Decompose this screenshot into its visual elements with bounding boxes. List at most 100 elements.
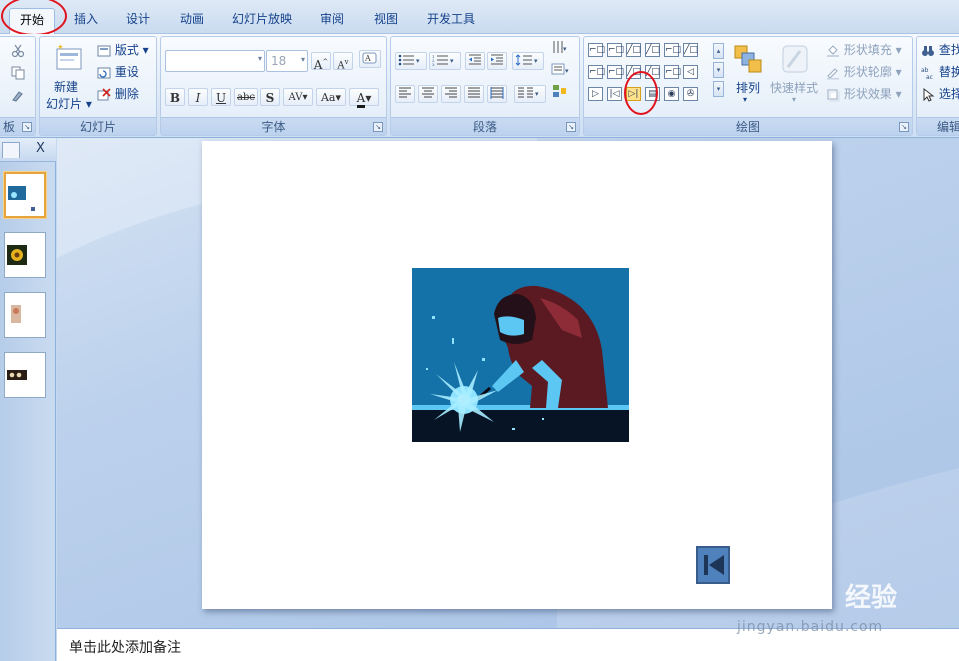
tab-developer[interactable]: 开发工具 [420, 8, 482, 34]
strikethrough-button[interactable]: abc [234, 88, 258, 106]
action-button-movie-icon[interactable]: ✇ [683, 87, 698, 101]
reset-button[interactable]: 重设 [97, 63, 139, 80]
new-slide-button[interactable]: 新建 幻灯片 ▾ [46, 39, 92, 111]
delete-slide-button[interactable]: 删除 [97, 85, 139, 102]
drawing-launcher-icon[interactable]: ↘ [899, 122, 909, 132]
paint-bucket-icon [827, 44, 839, 57]
shrink-font-icon[interactable]: Av [333, 52, 353, 71]
group-paragraph: ▾ 1 2 3 ▾ ▾ ▾ ▾ ▾ 段落 ↘ [390, 36, 580, 136]
clear-formatting-icon[interactable]: A [359, 50, 381, 68]
action-button-end-icon[interactable]: ▷| [626, 87, 641, 101]
notes-pane[interactable]: 单击此处添加备注 [57, 628, 959, 661]
grow-font-icon[interactable]: A^ [311, 52, 331, 72]
shape-outline-button[interactable]: 形状轮廓 ▾ [826, 63, 902, 80]
slide-thumbnail-4[interactable] [4, 352, 46, 398]
action-button-back[interactable] [696, 546, 730, 584]
paragraph-launcher-icon[interactable]: ↘ [566, 122, 576, 132]
action-button-sound-icon[interactable]: ◉ [664, 87, 679, 101]
slide-thumbnail-1[interactable] [4, 172, 46, 218]
tab-design[interactable]: 设计 [118, 8, 158, 34]
shape-elbow-connector-icon[interactable]: ⌐□ [588, 43, 605, 57]
bullets-icon[interactable]: ▾ [395, 52, 427, 70]
slide-canvas[interactable] [202, 141, 832, 609]
clipboard-launcher-icon[interactable]: ↘ [22, 122, 32, 132]
tab-insert[interactable]: 插入 [66, 8, 106, 34]
quick-styles-icon [782, 45, 808, 73]
font-color-button[interactable]: A▾ [349, 88, 379, 108]
align-left-icon[interactable] [395, 85, 415, 103]
shape-callout-d-icon[interactable]: ╱□ [645, 65, 660, 79]
tab-slideshow[interactable]: 幻灯片放映 [225, 8, 299, 34]
bold-button[interactable]: B [165, 88, 185, 106]
justify-icon[interactable] [464, 85, 484, 103]
tab-home[interactable]: 开始 [9, 8, 55, 34]
action-button-beginning-icon[interactable]: |◁ [607, 87, 622, 101]
align-center-icon[interactable] [418, 85, 438, 103]
layout-button[interactable]: 版式 ▾ [97, 41, 149, 58]
action-button-document-icon[interactable]: ▤ [645, 87, 660, 101]
shape-elbow-callout-icon[interactable]: ⌐□ [664, 43, 681, 57]
character-spacing-button[interactable]: AV▾ [283, 88, 313, 106]
arrange-icon [734, 45, 762, 73]
italic-button[interactable]: I [188, 88, 208, 106]
change-case-button[interactable]: Aa▾ [316, 88, 346, 106]
shape-line-callout-2-icon[interactable]: ╱□ [645, 43, 660, 57]
group-editing: 查找 ab ac 替换 选择 编辑 [916, 36, 959, 136]
text-direction-icon[interactable]: ▾ [551, 39, 571, 58]
tab-view[interactable]: 视图 [366, 8, 406, 34]
effects-icon [827, 89, 840, 101]
underline-button[interactable]: U [211, 88, 231, 106]
find-button[interactable]: 查找 [921, 41, 959, 58]
tab-review[interactable]: 审阅 [312, 8, 352, 34]
shape-fill-button[interactable]: 形状填充 ▾ [826, 41, 902, 58]
text-shadow-button[interactable]: S [260, 88, 280, 106]
font-launcher-icon[interactable]: ↘ [373, 122, 383, 132]
notes-placeholder[interactable]: 单击此处添加备注 [69, 637, 181, 657]
group-label-paragraph: 段落 [391, 117, 579, 135]
shape-callout-b-icon[interactable]: ⌐□ [607, 65, 624, 79]
action-button-forward-icon[interactable]: ▷ [588, 87, 603, 101]
action-button-back-icon[interactable]: ◁ [683, 65, 698, 79]
group-label-drawing: 绘图 [584, 117, 912, 135]
shape-callout-a-icon[interactable]: ⌐□ [588, 65, 605, 79]
slide-thumbnail-2[interactable] [4, 232, 46, 278]
numbering-icon[interactable]: 1 2 3 ▾ [429, 52, 461, 70]
font-size-select[interactable]: 18 ▾ [266, 50, 308, 72]
columns-icon[interactable]: ▾ [514, 85, 546, 103]
font-name-select[interactable]: ▾ [165, 50, 265, 72]
copy-icon[interactable] [11, 65, 25, 80]
shapes-scroll-down-icon[interactable]: ▾ [713, 62, 724, 78]
replace-button[interactable]: ab ac 替换 [921, 63, 959, 80]
shape-callout-c-icon[interactable]: ╱□ [626, 65, 641, 79]
shapes-more-icon[interactable]: ▾ [713, 81, 724, 97]
shape-elbow-arrow-icon[interactable]: ⌐□ [607, 43, 624, 57]
shape-callout-e-icon[interactable]: ⌐□ [664, 65, 681, 79]
decrease-indent-icon[interactable] [465, 52, 485, 70]
welder-clipart-image[interactable] [412, 268, 629, 442]
group-font: ▾ 18 ▾ A^ Av A B I U abc S AV▾ Aa▾ A▾ 字体… [160, 36, 387, 136]
distributed-icon[interactable] [487, 85, 507, 103]
shapes-scroll-up-icon[interactable]: ▴ [713, 43, 724, 59]
svg-text:▾: ▾ [565, 67, 569, 75]
quick-styles-button[interactable]: 快速样式 ▾ [770, 41, 822, 111]
smartart-icon[interactable] [551, 83, 571, 102]
shape-line-callout-icon[interactable]: ╱□ [626, 43, 641, 57]
ribbon: 板 ↘ 新建 幻灯片 ▾ 版式 ▾ 重设 删除 幻灯片 ▾ 18 ▾ A^ Av… [0, 34, 959, 138]
align-text-icon[interactable]: ▾ [551, 61, 571, 80]
line-spacing-icon[interactable]: ▾ [512, 52, 544, 70]
format-painter-icon[interactable] [11, 87, 25, 102]
increase-indent-icon[interactable] [487, 52, 507, 70]
shape-effects-button[interactable]: 形状效果 ▾ [826, 85, 902, 102]
select-button[interactable]: 选择 [921, 85, 959, 102]
shape-callout-icon[interactable]: ╱□ [683, 43, 698, 57]
close-pane-icon[interactable]: X [36, 141, 45, 156]
pencil-icon [827, 67, 839, 79]
align-right-icon[interactable] [441, 85, 461, 103]
slides-pane-header: X [0, 138, 56, 162]
tab-animations[interactable]: 动画 [172, 8, 212, 34]
thumbnail-sunflower-image [7, 245, 27, 265]
cut-icon[interactable] [11, 43, 25, 58]
slides-tab[interactable] [2, 142, 20, 158]
arrange-button[interactable]: 排列 ▾ [730, 41, 764, 111]
slide-thumbnail-3[interactable] [4, 292, 46, 338]
